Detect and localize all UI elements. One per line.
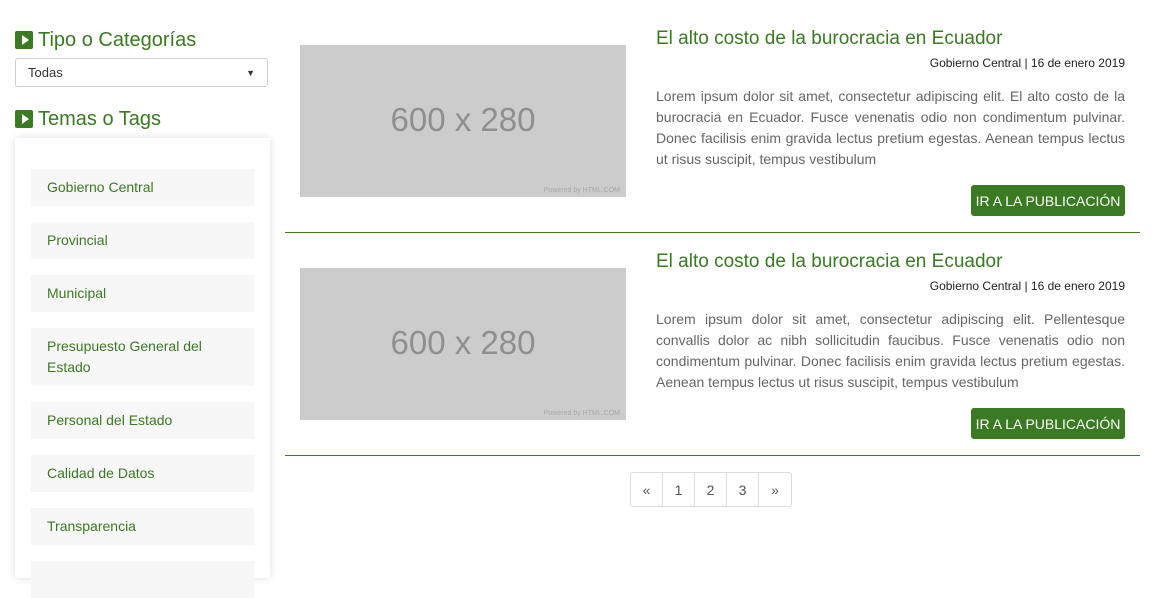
tag-label: Municipal <box>47 285 107 301</box>
pagination: « 1 2 3 » <box>630 472 792 507</box>
tag-item-calidad-datos[interactable]: Calidad de Datos <box>31 455 254 492</box>
caret-down-icon: ▼ <box>246 67 255 78</box>
image-credit: Powered by HTML.COM <box>543 410 620 417</box>
read-post-button[interactable]: IR A LA PUBLICACIÓN <box>971 185 1125 216</box>
pagination-page-2[interactable]: 2 <box>695 473 727 506</box>
post-excerpt: Lorem ipsum dolor sit amet, consectetur … <box>656 311 1125 390</box>
tag-item-provincial[interactable]: Provincial <box>31 222 254 259</box>
read-post-button[interactable]: IR A LA PUBLICACIÓN <box>971 408 1125 439</box>
tag-item-presupuesto[interactable]: Presupuesto General del Estado <box>31 328 254 386</box>
image-placeholder-text: 600 x 280 <box>390 101 536 138</box>
pagination-next-button[interactable]: » <box>759 473 791 506</box>
tags-card: Gobierno Central Provincial Municipal Pr… <box>15 138 270 598</box>
tag-item-gobierno-central[interactable]: Gobierno Central <box>31 169 254 206</box>
image-placeholder-text: 600 x 280 <box>390 324 536 361</box>
play-icon <box>15 31 33 49</box>
post-image[interactable]: 600 x 280 Powered by HTML.COM <box>300 268 626 420</box>
play-icon <box>15 110 33 128</box>
pagination-prev-button[interactable]: « <box>631 473 663 506</box>
categories-heading: Tipo o Categorías <box>15 27 196 53</box>
post-meta: Gobierno Central | 16 de enero 2019 <box>929 56 1125 70</box>
divider <box>285 455 1140 456</box>
tag-label: Gobierno Central <box>47 179 154 195</box>
post-image[interactable]: 600 x 280 Powered by HTML.COM <box>300 45 626 197</box>
tag-label: Transparencia <box>47 518 136 534</box>
tag-item-personal[interactable]: Personal del Estado <box>31 402 254 439</box>
post-title[interactable]: El alto costo de la burocracia en Ecuado… <box>656 28 1002 50</box>
tag-label: Provincial <box>47 232 108 248</box>
category-select[interactable]: Todas ▼ <box>15 58 268 87</box>
tag-label: Personal del Estado <box>47 412 173 428</box>
tag-item-municipal[interactable]: Municipal <box>31 275 254 312</box>
post-excerpt: Lorem ipsum dolor sit amet, consectetur … <box>656 88 1125 167</box>
post-meta: Gobierno Central | 16 de enero 2019 <box>929 279 1125 293</box>
tags-heading: Temas o Tags <box>15 106 161 132</box>
tag-label: Calidad de Datos <box>47 465 155 481</box>
pagination-page-1[interactable]: 1 <box>663 473 695 506</box>
divider <box>285 232 1140 233</box>
categories-heading-label: Tipo o Categorías <box>38 28 197 51</box>
pagination-page-3[interactable]: 3 <box>727 473 759 506</box>
category-select-value: Todas <box>28 65 63 80</box>
tag-label: Presupuesto General del Estado <box>47 338 202 375</box>
image-credit: Powered by HTML.COM <box>543 187 620 194</box>
tag-item-more[interactable] <box>31 561 254 598</box>
tag-item-transparencia[interactable]: Transparencia <box>31 508 254 545</box>
tags-heading-label: Temas o Tags <box>38 107 162 130</box>
post-title[interactable]: El alto costo de la burocracia en Ecuado… <box>656 251 1002 273</box>
